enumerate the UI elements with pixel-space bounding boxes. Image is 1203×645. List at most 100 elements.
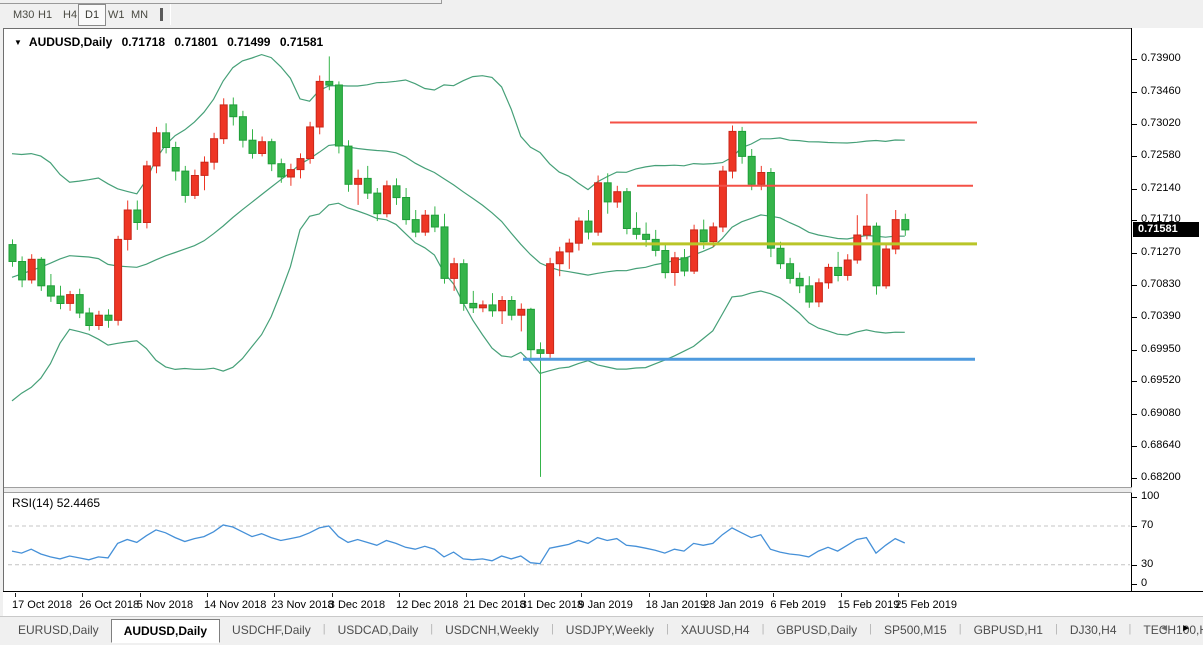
rsi-axis-tick bbox=[1132, 565, 1137, 566]
date-axis-label: 12 Dec 2018 bbox=[396, 599, 458, 611]
price-axis-label: 0.72580 bbox=[1141, 149, 1181, 161]
rsi-axis-tick bbox=[1132, 497, 1137, 498]
price-tick bbox=[1132, 446, 1137, 447]
price-axis[interactable]: 0.739000.734600.730200.725800.721400.717… bbox=[1131, 28, 1203, 592]
price-axis-label: 0.72140 bbox=[1141, 182, 1181, 194]
date-tick bbox=[649, 593, 650, 597]
price-axis-label: 0.70390 bbox=[1141, 310, 1181, 322]
date-axis-label: 5 Nov 2018 bbox=[137, 599, 193, 611]
tab-usdcnh-weekly[interactable]: USDCNH,Weekly bbox=[433, 619, 551, 643]
date-tick bbox=[841, 593, 842, 597]
tab-gbpusd-daily[interactable]: GBPUSD,Daily bbox=[764, 619, 869, 643]
candles-group bbox=[9, 56, 909, 477]
price-axis-label: 0.70830 bbox=[1141, 278, 1181, 290]
tab-dj30-h4[interactable]: DJ30,H4 bbox=[1058, 619, 1129, 643]
axis-divider-line bbox=[3, 591, 1203, 592]
rsi-value: 52.4465 bbox=[57, 496, 100, 510]
date-tick bbox=[773, 593, 774, 597]
tab-scroll-left-icon[interactable]: ◄ bbox=[1159, 623, 1169, 634]
toolbar-top-edge bbox=[0, 0, 442, 4]
price-axis-label: 0.71270 bbox=[1141, 246, 1181, 258]
rsi-line bbox=[12, 525, 905, 564]
price-tick bbox=[1132, 317, 1137, 318]
date-tick bbox=[15, 593, 16, 597]
price-tick bbox=[1132, 220, 1137, 221]
date-tick bbox=[581, 593, 582, 597]
price-axis-label: 0.73900 bbox=[1141, 52, 1181, 64]
date-axis-label: 18 Jan 2019 bbox=[646, 599, 707, 611]
rsi-axis-label: 30 bbox=[1141, 558, 1153, 570]
rsi-chart-canvas[interactable] bbox=[4, 493, 1131, 591]
date-axis-label: 15 Feb 2019 bbox=[838, 599, 900, 611]
date-axis-label: 9 Jan 2019 bbox=[578, 599, 632, 611]
price-axis-label: 0.69520 bbox=[1141, 374, 1181, 386]
rsi-indicator-label: RSI(14) 52.4465 bbox=[12, 496, 100, 510]
tab-eurusd-daily[interactable]: EURUSD,Daily bbox=[6, 619, 111, 643]
price-tick bbox=[1132, 189, 1137, 190]
date-tick bbox=[706, 593, 707, 597]
ohlc-open: 0.71718 bbox=[122, 35, 165, 49]
toolbar-grip[interactable] bbox=[160, 8, 163, 21]
price-tick bbox=[1132, 350, 1137, 351]
rsi-axis-tick bbox=[1132, 526, 1137, 527]
mt4-window: M30H1H4D1W1MN ▼ AUDUSD,Daily 0.71718 0.71… bbox=[0, 0, 1203, 645]
tab-scroll-right-icon[interactable]: ► bbox=[1181, 623, 1191, 634]
symbol-tabs: EURUSD,DailyAUDUSD,DailyUSDCHF,Daily|USD… bbox=[6, 619, 1203, 643]
tab-usdchf-daily[interactable]: USDCHF,Daily bbox=[220, 619, 323, 643]
chart-symbol-title: AUDUSD,Daily bbox=[29, 35, 112, 49]
price-tick bbox=[1132, 156, 1137, 157]
price-axis-label: 0.73020 bbox=[1141, 117, 1181, 129]
rsi-axis-label: 70 bbox=[1141, 519, 1153, 531]
tab-xauusd-h4[interactable]: XAUUSD,H4 bbox=[669, 619, 762, 643]
rsi-axis-label: 0 bbox=[1141, 577, 1147, 589]
date-axis-label: 31 Dec 2018 bbox=[521, 599, 583, 611]
price-tick bbox=[1132, 92, 1137, 93]
date-tick bbox=[82, 593, 83, 597]
timeframe-toolbar: M30H1H4D1W1MN bbox=[0, 0, 1203, 28]
date-axis-label: 26 Oct 2018 bbox=[79, 599, 139, 611]
date-axis-label: 17 Oct 2018 bbox=[12, 599, 72, 611]
price-axis-label: 0.69080 bbox=[1141, 407, 1181, 419]
price-tick bbox=[1132, 478, 1137, 479]
tab-gbpusd-h1[interactable]: GBPUSD,H1 bbox=[962, 619, 1055, 643]
date-tick bbox=[207, 593, 208, 597]
price-axis-label: 0.73460 bbox=[1141, 85, 1181, 97]
price-tick bbox=[1132, 59, 1137, 60]
date-axis-label: 25 Feb 2019 bbox=[895, 599, 957, 611]
main-chart-canvas[interactable] bbox=[4, 29, 1131, 487]
symbol-dropdown-icon[interactable]: ▼ bbox=[14, 38, 22, 47]
date-tick bbox=[466, 593, 467, 597]
date-axis-label: 6 Feb 2019 bbox=[770, 599, 826, 611]
price-tick bbox=[1132, 414, 1137, 415]
tab-sp500-m15[interactable]: SP500,M15 bbox=[872, 619, 959, 643]
price-tick bbox=[1132, 285, 1137, 286]
ohlc-low: 0.71499 bbox=[227, 35, 270, 49]
price-axis-label: 0.68640 bbox=[1141, 439, 1181, 451]
tab-audusd-daily[interactable]: AUDUSD,Daily bbox=[111, 619, 220, 643]
toolbar-separator bbox=[170, 4, 171, 25]
date-tick bbox=[524, 593, 525, 597]
timeframe-button-h1[interactable]: H1 bbox=[33, 6, 57, 24]
date-axis-label: 23 Nov 2018 bbox=[271, 599, 333, 611]
price-tick bbox=[1132, 253, 1137, 254]
timeframe-button-d1[interactable]: D1 bbox=[78, 4, 106, 26]
rsi-axis-label: 100 bbox=[1141, 490, 1159, 502]
chart-rsi-splitter[interactable] bbox=[4, 487, 1132, 493]
symbol-tab-bar: EURUSD,DailyAUDUSD,DailyUSDCHF,Daily|USD… bbox=[0, 616, 1203, 645]
price-axis-label: 0.68200 bbox=[1141, 471, 1181, 483]
ohlc-high: 0.71801 bbox=[174, 35, 217, 49]
date-axis-label: 3 Dec 2018 bbox=[329, 599, 385, 611]
price-tick bbox=[1132, 124, 1137, 125]
date-axis-label: 21 Dec 2018 bbox=[463, 599, 525, 611]
current-price-tag: 0.71581 bbox=[1133, 222, 1199, 237]
date-tick bbox=[898, 593, 899, 597]
tab-usdcad-daily[interactable]: USDCAD,Daily bbox=[326, 619, 431, 643]
date-axis[interactable]: 17 Oct 201826 Oct 20185 Nov 201814 Nov 2… bbox=[3, 592, 1203, 616]
rsi-axis-tick bbox=[1132, 584, 1137, 585]
date-tick bbox=[274, 593, 275, 597]
date-tick bbox=[399, 593, 400, 597]
tab-usdjpy-weekly[interactable]: USDJPY,Weekly bbox=[554, 619, 666, 643]
date-tick bbox=[140, 593, 141, 597]
price-axis-label: 0.69950 bbox=[1141, 343, 1181, 355]
timeframe-button-mn[interactable]: MN bbox=[126, 6, 153, 24]
